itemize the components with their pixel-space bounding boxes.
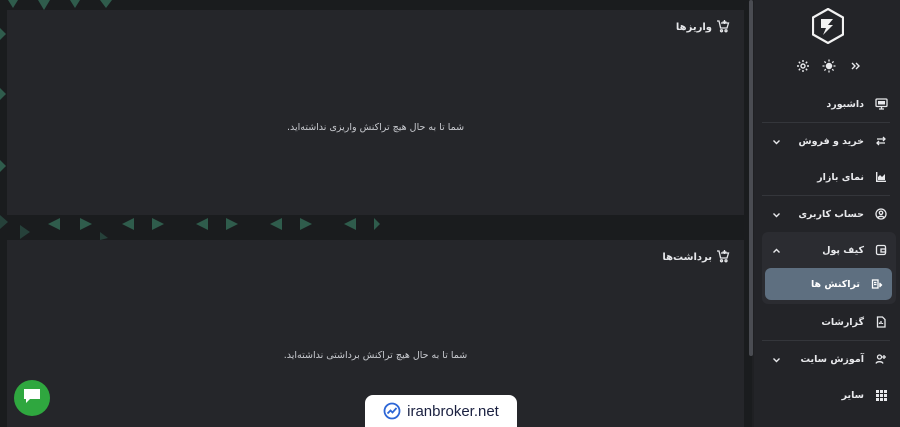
deposits-title: واریزها (675, 22, 712, 33)
withdrawals-title: برداشت‌ها (662, 252, 712, 263)
main-scrollbar[interactable] (749, 0, 753, 356)
sidebar-item-market[interactable]: نمای بازار (754, 159, 900, 195)
chat-icon (23, 388, 41, 408)
wallet-group: کیف پول تراکنش ها (762, 232, 896, 304)
sidebar-item-label: نمای بازار (817, 171, 864, 183)
chevron-down-icon[interactable] (772, 350, 781, 369)
user-circle-icon (874, 207, 888, 221)
watermark-badge: iranbroker.net (365, 395, 517, 427)
gear-icon[interactable] (795, 58, 811, 74)
sidebar-item-label: گزارشات (821, 316, 864, 328)
grid-icon (874, 388, 888, 402)
sidebar-item-label: حساب کاربری (798, 208, 864, 220)
watermark-logo-icon (383, 402, 401, 420)
chat-button[interactable] (14, 380, 50, 416)
exchange-icon (874, 134, 888, 148)
sidebar-item-label: خرید و فروش (798, 135, 864, 147)
chevron-down-icon[interactable] (772, 132, 781, 151)
sidebar-tools (795, 58, 863, 74)
sidebar-item-other[interactable]: سایر (754, 377, 900, 413)
withdrawals-header: برداشت‌ها (662, 248, 730, 267)
sidebar-item-account[interactable]: حساب کاربری (754, 196, 900, 232)
sun-icon[interactable] (821, 58, 837, 74)
collapse-sidebar-icon[interactable] (847, 58, 863, 74)
sidebar-item-label: داشبورد (826, 98, 864, 110)
brand-logo[interactable] (811, 7, 845, 48)
sidebar: داشبورد خرید و فروش نمای بازار حساب کارب… (754, 0, 900, 427)
sidebar-item-education[interactable]: آموزش سایت (754, 341, 900, 377)
sidebar-item-label: سایر (841, 389, 864, 401)
deposits-panel: واریزها شما تا به حال هیچ تراکنش واریزی … (7, 10, 744, 215)
transactions-icon (870, 277, 884, 291)
report-icon (874, 315, 888, 329)
sidebar-item-label: تراکنش ها (810, 278, 860, 290)
watermark-text: iranbroker.net (407, 402, 499, 420)
sidebar-item-transactions[interactable]: تراکنش ها (765, 268, 892, 300)
chevron-down-icon[interactable] (772, 205, 781, 224)
sidebar-item-label: کیف پول (822, 244, 864, 256)
sidebar-item-label: آموزش سایت (800, 353, 864, 365)
cart-add-icon (716, 248, 730, 267)
sidebar-item-reports[interactable]: گزارشات (754, 304, 900, 340)
sidebar-item-trade[interactable]: خرید و فروش (754, 123, 900, 159)
cart-add-icon (716, 18, 730, 37)
sidebar-menu: داشبورد خرید و فروش نمای بازار حساب کارب… (754, 86, 900, 413)
market-chart-icon (874, 170, 888, 184)
chevron-up-icon[interactable] (772, 241, 781, 260)
user-edu-icon (874, 352, 888, 366)
monitor-icon (874, 97, 888, 111)
wallet-icon (874, 243, 888, 257)
sidebar-item-wallet[interactable]: کیف پول (762, 232, 896, 268)
withdrawals-empty-message: شما تا به حال هیچ تراکنش برداشتی نداشته‌… (283, 350, 468, 361)
deposits-empty-message: شما تا به حال هیچ تراکنش واریزی نداشته‌ا… (286, 122, 465, 133)
sidebar-item-dashboard[interactable]: داشبورد (754, 86, 900, 122)
deposits-header: واریزها (676, 18, 730, 37)
